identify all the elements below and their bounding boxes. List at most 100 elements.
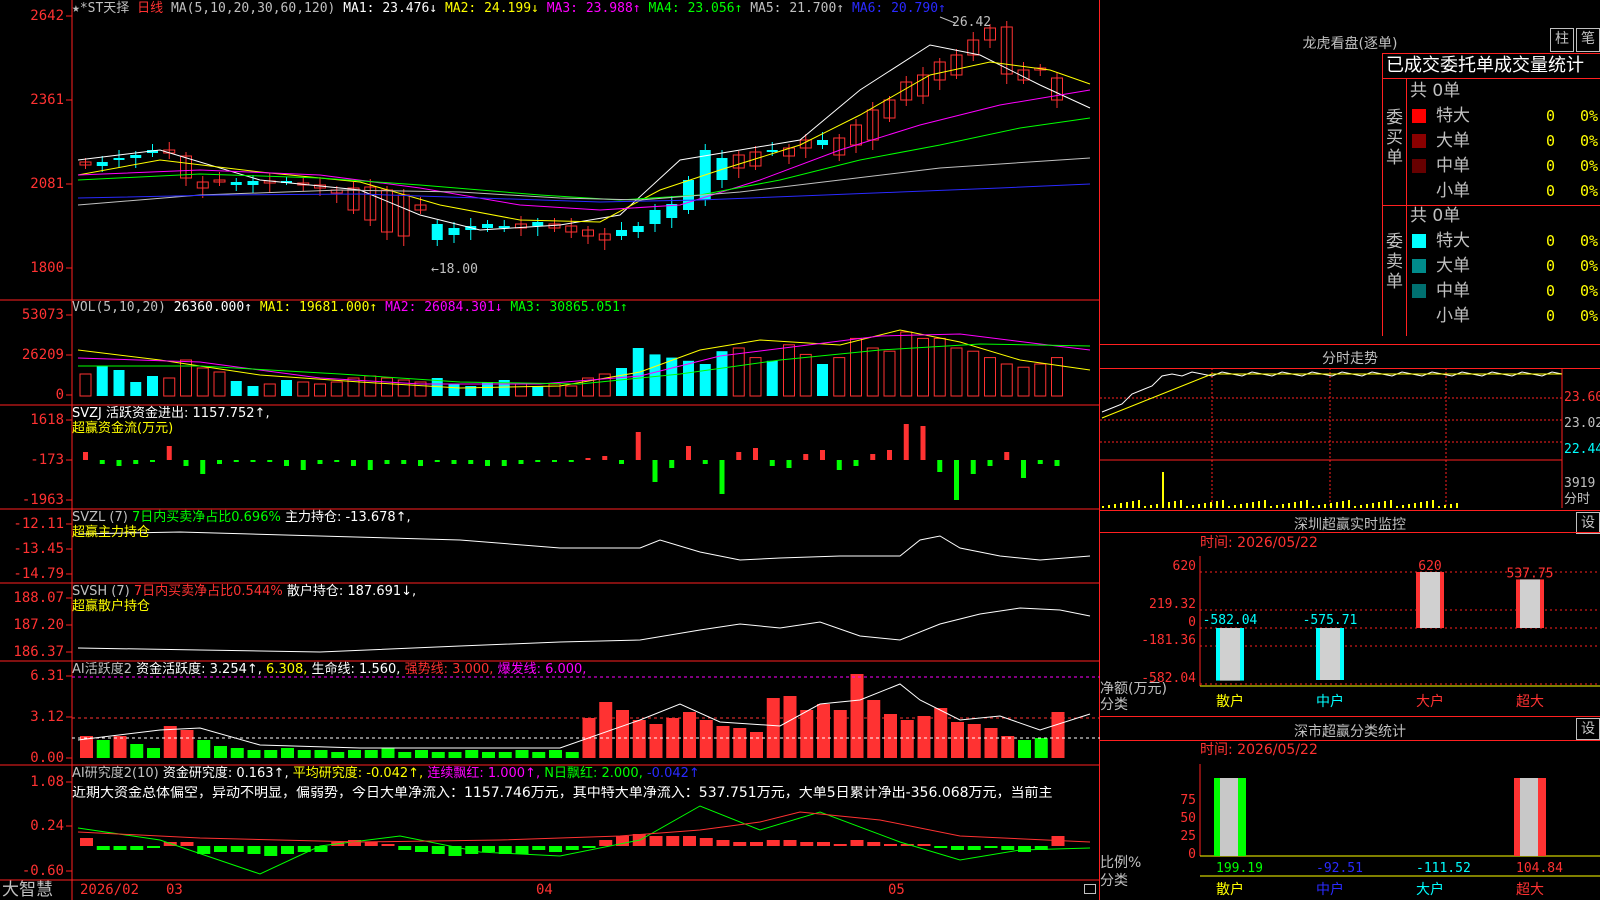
monitor-y-tick: 0 bbox=[1188, 615, 1196, 630]
volume-bar-up bbox=[163, 377, 176, 397]
svsh-line bbox=[77, 607, 1091, 653]
intraday-volume-bar bbox=[1450, 504, 1452, 508]
tick-view-button[interactable]: 笔 bbox=[1576, 28, 1600, 52]
monitor-y-tick: 620 bbox=[1173, 559, 1196, 574]
svsh-holding: 散户持仓: 187.691↓, bbox=[286, 584, 417, 599]
ai2-bar-positive bbox=[733, 842, 747, 846]
candle-body-down bbox=[247, 181, 259, 185]
svzj-bar-negative bbox=[99, 460, 105, 464]
monitor-chart[interactable]: 620219.320-181.36-582.04-582.04散户-575.71… bbox=[1100, 556, 1600, 716]
volume-bar-up bbox=[1017, 366, 1030, 397]
svzj-bar-negative bbox=[970, 460, 976, 474]
sell-order-row-count: 0 bbox=[1546, 282, 1556, 300]
svzj-bar-negative bbox=[619, 460, 624, 464]
buy-order-row-percent: 0% bbox=[1580, 107, 1599, 125]
monitor-time: 时间: 2026/05/22 bbox=[1200, 535, 1318, 551]
sell-order-row-percent: 0% bbox=[1580, 282, 1599, 300]
svzj-bar-negative bbox=[401, 460, 407, 464]
volume-bar-up bbox=[1000, 363, 1013, 397]
stock-name[interactable]: ★*ST天择 bbox=[72, 1, 129, 16]
kline-y-tick: 2361 bbox=[30, 92, 64, 108]
svsh-title: SVSH (7) bbox=[72, 584, 130, 599]
monitor-y-tick: 219.32 bbox=[1149, 597, 1196, 612]
lock-icon[interactable] bbox=[1084, 884, 1096, 894]
intraday-volume-bar bbox=[1324, 504, 1326, 508]
volume-bar-up bbox=[900, 331, 913, 397]
ai1-bar-weak bbox=[532, 752, 546, 758]
intraday-volume-bar bbox=[1336, 502, 1338, 508]
svzl-holding: 主力持仓: -13.678↑, bbox=[284, 510, 411, 525]
monitor-bar-inner bbox=[1220, 628, 1240, 681]
svzj-bar-negative bbox=[351, 460, 356, 466]
intraday-volume-bar bbox=[1432, 500, 1434, 508]
intraday-volume-bar bbox=[1216, 501, 1218, 508]
svsh-line bbox=[77, 607, 1091, 653]
high-price-label: 26.42 bbox=[952, 15, 992, 30]
svzj-bar-negative bbox=[116, 460, 122, 466]
candle-body-down bbox=[532, 222, 544, 226]
sell-orders-label: 委卖单 bbox=[1386, 232, 1403, 292]
intraday-volume-bar bbox=[1222, 500, 1224, 508]
divider bbox=[1100, 344, 1600, 345]
classify-category-label: 中户 bbox=[1316, 881, 1344, 898]
ai2-y-tick: 0.24 bbox=[30, 818, 64, 834]
vol-ma1: MA1: 19681.000↑ bbox=[259, 300, 378, 315]
monitor-settings-button[interactable]: 设 bbox=[1576, 512, 1600, 534]
buy-order-row-name: 大单 bbox=[1436, 131, 1470, 151]
main-chart-canvas[interactable] bbox=[0, 0, 1100, 900]
ma4-line bbox=[77, 117, 1091, 201]
intraday-volume-bar bbox=[1180, 500, 1182, 508]
intraday-volume-bar bbox=[1132, 501, 1134, 508]
ai1-burst-line: 爆发线: 6.000, bbox=[497, 662, 587, 677]
intraday-volume-bar bbox=[1192, 505, 1194, 508]
svzl-line bbox=[77, 531, 1091, 561]
svzj-bar-negative bbox=[367, 460, 373, 470]
intraday-volume-bar bbox=[1282, 504, 1284, 508]
ma3-value: MA3: 23.988↑ bbox=[546, 1, 641, 16]
fenshi-y-tick: 23.60 bbox=[1564, 390, 1600, 405]
svzj-bar-negative bbox=[652, 460, 658, 482]
svzj-bar-negative bbox=[284, 460, 289, 466]
intraday-chart[interactable] bbox=[1100, 368, 1600, 508]
lhb-tabs-label[interactable]: 已成交委托单成交量统计 bbox=[1386, 56, 1584, 76]
chart-period[interactable]: 日线 bbox=[137, 1, 163, 16]
vol-y-tick: 26209 bbox=[21, 347, 64, 363]
intraday-volume-bar bbox=[1306, 500, 1308, 508]
svzl-line bbox=[77, 531, 1091, 561]
volume-bar-down bbox=[147, 376, 158, 396]
ai1-bar-strong bbox=[867, 700, 881, 758]
svzl-ratio: 7日内买卖净占比0.696% bbox=[131, 510, 281, 525]
main-chart-area[interactable]: 2642 2361 2081 1800 53073 26209 0 1618 -… bbox=[0, 0, 1100, 900]
volume-bar-down bbox=[448, 384, 460, 396]
intraday-volume-bar bbox=[1444, 505, 1446, 508]
ai2-bar-positive bbox=[699, 838, 713, 846]
svzj-bar-positive bbox=[1004, 452, 1010, 460]
ai1-bar-strong bbox=[683, 712, 696, 758]
classify-y-tick: 25 bbox=[1180, 829, 1196, 844]
ai1-bar-strong bbox=[917, 716, 931, 758]
bar-view-button[interactable]: 柱 bbox=[1550, 28, 1574, 52]
sell-order-row-name: 大单 bbox=[1436, 256, 1470, 276]
ai1-bar-weak bbox=[549, 750, 562, 758]
intraday-volume-bar bbox=[1414, 503, 1416, 508]
brand-label: 大智慧 bbox=[2, 880, 53, 900]
svzj-bar-positive bbox=[903, 424, 909, 460]
ai2-bar-negative bbox=[147, 846, 160, 848]
intraday-volume-bar bbox=[1270, 506, 1272, 508]
ai1-y-tick: 6.31 bbox=[30, 668, 64, 684]
ai1-bar-weak bbox=[1034, 738, 1048, 758]
volume-bar-up bbox=[79, 373, 92, 397]
intraday-volume-bar bbox=[1330, 503, 1332, 508]
sell-order-row-count: 0 bbox=[1546, 307, 1556, 325]
classify-settings-button[interactable]: 设 bbox=[1576, 718, 1600, 740]
ai1-bar-weak bbox=[381, 748, 395, 758]
sell-order-color-swatch bbox=[1412, 259, 1426, 273]
svzl-y-tick: -14.79 bbox=[13, 566, 64, 582]
ai2-bar-positive bbox=[683, 836, 696, 846]
volume-bar-down bbox=[230, 381, 242, 396]
classify-chart[interactable]: 75 50 25 0 199.19 散户 -92.51 中户 -111.52 大户 104.84 超大 bbox=[1100, 764, 1600, 900]
vol-y-tick: 0 bbox=[55, 387, 64, 403]
ai1-header: AI活跃度2 资金活跃度: 3.254↑, 6.308, 生命线: 1.560,… bbox=[72, 662, 586, 677]
ai2-bar-positive bbox=[766, 840, 780, 846]
ai2-bar-negative bbox=[96, 846, 110, 850]
